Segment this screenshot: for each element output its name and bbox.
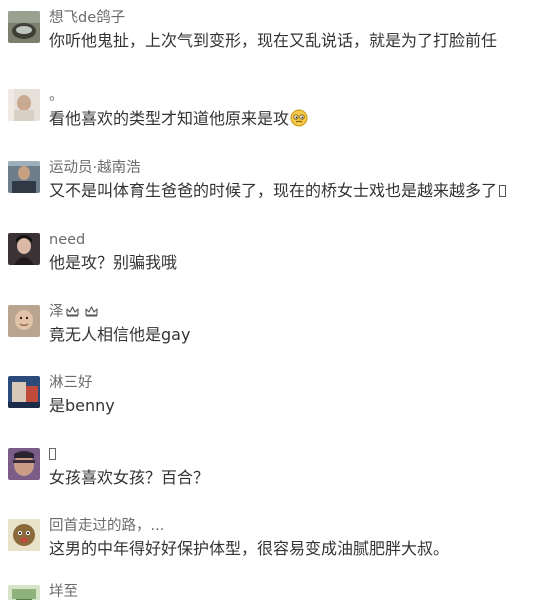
avatar[interactable] xyxy=(8,376,40,408)
avatar[interactable] xyxy=(8,233,40,265)
username[interactable]: 。 xyxy=(49,85,64,107)
username-text: 泽 xyxy=(49,304,64,320)
comment-text: 又不是叫体育生爸爸的时候了，现在的桥女士戏也是越来越多了 xyxy=(49,179,507,203)
avatar[interactable] xyxy=(8,305,40,337)
comment-text: 看他喜欢的类型才知道他原来是攻 xyxy=(49,107,308,131)
comment-item: 运动员·越南浩 又不是叫体育生爸爸的时候了，现在的桥女士戏也是越来越多了 xyxy=(0,150,557,210)
username[interactable]: 泽 xyxy=(49,301,98,323)
comment-item: 泽 竟无人相信他是gay xyxy=(0,294,557,354)
username[interactable]: 垟至 xyxy=(49,581,78,600)
username[interactable]: 回首走过的路，... xyxy=(49,515,164,537)
comment-text: 他是攻？别骗我哦 xyxy=(49,253,178,272)
comment-text: 是benny xyxy=(49,396,115,415)
avatar[interactable] xyxy=(8,161,40,193)
comment-text: 女孩喜欢女孩？百合？ xyxy=(49,468,210,487)
avatar[interactable] xyxy=(8,519,40,551)
avatar[interactable] xyxy=(8,11,40,43)
comment-text: 这男的中年得好好保护体型，很容易变成油腻肥胖大叔。 xyxy=(49,539,450,558)
comment-item: 。 看他喜欢的类型才知道他原来是攻 xyxy=(0,78,557,138)
comment-list: 想飞de鸽子 你听他鬼扯，上次气到变形，现在又乱说话，就是为了打脸前任 。 看他… xyxy=(0,0,557,600)
username[interactable]: 运动员·越南浩 xyxy=(49,157,141,179)
comment-item: need 他是攻？别骗我哦 xyxy=(0,222,557,282)
comment-text-content: 又不是叫体育生爸爸的时候了，现在的桥女士戏也是越来越多了 xyxy=(49,181,498,200)
comment-text: 竟无人相信他是gay xyxy=(49,325,191,344)
missing-glyph-icon xyxy=(499,185,507,197)
avatar[interactable] xyxy=(8,448,40,480)
username[interactable]: 想飞de鸽子 xyxy=(49,7,125,29)
comment-item: 垟至 xyxy=(0,579,557,600)
crown-icon xyxy=(65,302,79,317)
username[interactable]: 淋三好 xyxy=(49,372,93,394)
comment-item: 回首走过的路，... 这男的中年得好好保护体型，很容易变成油腻肥胖大叔。 xyxy=(0,508,557,568)
thinking-face-icon xyxy=(290,109,308,127)
crown-icon xyxy=(84,302,98,317)
missing-glyph-icon xyxy=(49,448,56,460)
username[interactable]: need xyxy=(49,229,85,251)
avatar[interactable] xyxy=(8,89,40,121)
avatar[interactable] xyxy=(8,585,40,600)
comment-text-content: 看他喜欢的类型才知道他原来是攻 xyxy=(49,109,290,128)
comment-item: 淋三好 是benny xyxy=(0,365,557,425)
comment-item: 想飞de鸽子 你听他鬼扯，上次气到变形，现在又乱说话，就是为了打脸前任 xyxy=(0,0,557,60)
username[interactable] xyxy=(49,444,56,466)
comment-text: 你听他鬼扯，上次气到变形，现在又乱说话，就是为了打脸前任 xyxy=(49,31,498,50)
comment-item: 女孩喜欢女孩？百合？ xyxy=(0,437,557,497)
